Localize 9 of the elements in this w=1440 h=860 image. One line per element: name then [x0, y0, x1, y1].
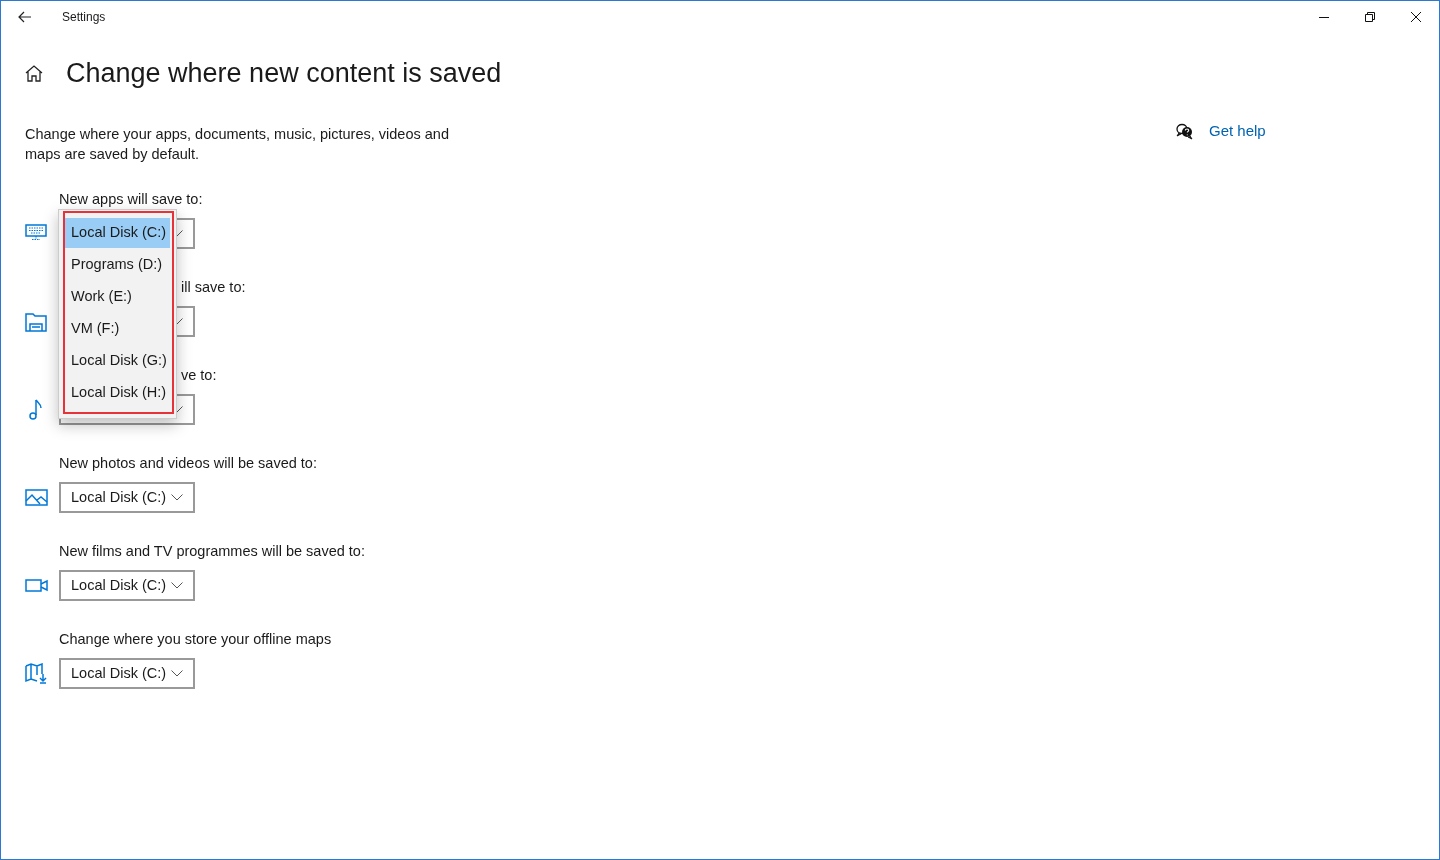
setting-label: New films and TV programmes will be saved to: [59, 543, 365, 559]
setting-label: ill save to: [181, 279, 246, 295]
page-description: Change where your apps, documents, music, pictures, videos and maps are saved by default. [25, 125, 450, 164]
setting-label: ve to: [181, 367, 217, 383]
setting-label: Change where you store your offline maps [59, 631, 332, 647]
window-title: Settings [62, 9, 106, 26]
setting-label: New photos and videos will be saved to: [59, 455, 317, 471]
setting-label: New apps will save to: [59, 191, 203, 207]
page-title: Change where new content is saved [66, 57, 502, 90]
